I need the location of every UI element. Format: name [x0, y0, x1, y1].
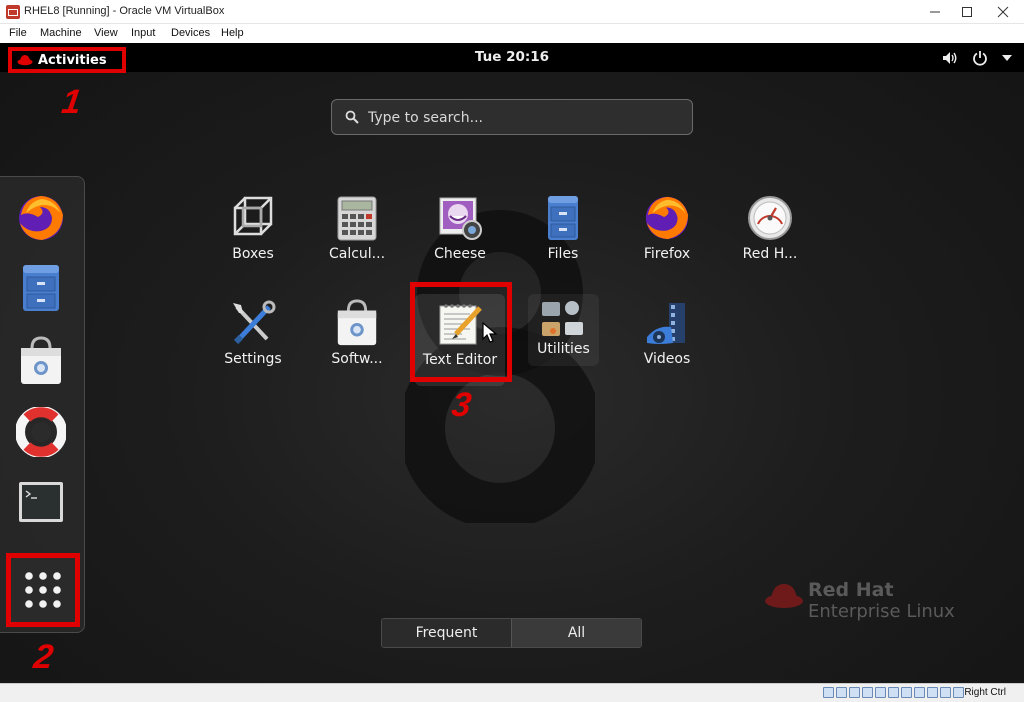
tab-all[interactable]: All — [511, 619, 641, 647]
app-software[interactable]: Softw... — [312, 293, 402, 385]
optical-drive-icon[interactable] — [836, 687, 847, 698]
dash-terminal[interactable] — [14, 475, 68, 529]
gnome-topbar: Activities Tue 20:16 — [0, 43, 1024, 73]
menu-devices[interactable]: Devices — [171, 27, 210, 39]
firefox-icon — [645, 196, 689, 240]
files-icon — [23, 265, 59, 311]
app-label: Cheese — [434, 246, 486, 262]
app-label: Utilities — [537, 341, 590, 357]
videos-icon — [647, 303, 685, 344]
menu-file[interactable]: File — [9, 27, 27, 39]
dash-files[interactable] — [14, 261, 68, 315]
view-switcher: Frequent All — [381, 618, 642, 648]
boxes-icon — [233, 196, 273, 236]
firefox-icon — [19, 196, 63, 240]
display-icon[interactable] — [901, 687, 912, 698]
maximize-button[interactable] — [950, 0, 984, 24]
app-cheese[interactable]: Cheese — [415, 188, 505, 280]
show-applications-button[interactable] — [6, 553, 80, 627]
shared-folder-icon[interactable] — [888, 687, 899, 698]
minimize-icon — [930, 11, 940, 13]
app-label: Files — [547, 246, 579, 262]
app-videos[interactable]: Videos — [622, 293, 712, 385]
usb-icon[interactable] — [875, 687, 886, 698]
app-firefox[interactable]: Firefox — [622, 188, 712, 280]
host-key-icon[interactable] — [953, 687, 964, 698]
redhat-branding: Red Hat Enterprise Linux — [764, 575, 974, 625]
utilities-folder-icon — [542, 301, 583, 336]
tab-frequent[interactable]: Frequent — [382, 619, 511, 647]
chevron-down-icon — [1002, 55, 1012, 61]
app-label: Videos — [643, 351, 691, 367]
dash-software[interactable] — [14, 334, 68, 388]
close-icon — [997, 6, 1009, 18]
host-key-label: Right Ctrl — [964, 687, 1006, 698]
app-label: Red H... — [742, 246, 798, 262]
branding-line2: Enterprise Linux — [808, 601, 955, 622]
close-button[interactable] — [986, 0, 1020, 24]
dash-firefox[interactable] — [14, 191, 68, 245]
app-calculator[interactable]: Calcul... — [312, 188, 402, 280]
cheese-icon — [439, 197, 482, 240]
search-icon — [345, 110, 359, 124]
minimize-button[interactable] — [918, 0, 952, 24]
help-icon — [16, 407, 66, 457]
app-folder-utilities[interactable]: Utilities — [528, 294, 599, 366]
app-label: Settings — [224, 351, 282, 367]
cpu-icon[interactable] — [927, 687, 938, 698]
vm-menubar: File Machine View Input Devices Help — [0, 24, 1024, 43]
redhat-logo-icon — [765, 584, 803, 608]
gauge-icon — [748, 196, 792, 240]
network-icon[interactable] — [862, 687, 873, 698]
video-capture-icon[interactable] — [914, 687, 925, 698]
hdd-icon[interactable] — [823, 687, 834, 698]
annotation-marker-2: 2 — [31, 638, 56, 676]
mouse-cursor-icon — [482, 322, 498, 343]
window-titlebar: RHEL8 [Running] - Oracle VM VirtualBox — [0, 0, 1024, 24]
menu-view[interactable]: View — [94, 27, 118, 39]
guest-screen: Activities Tue 20:16 1 2 3 Type to searc… — [0, 43, 1024, 683]
app-label: Boxes — [232, 246, 274, 262]
audio-icon[interactable] — [849, 687, 860, 698]
mouse-integration-icon[interactable] — [940, 687, 951, 698]
grid-icon — [25, 572, 61, 608]
menu-machine[interactable]: Machine — [40, 27, 82, 39]
maximize-icon — [962, 7, 972, 17]
app-redhat-subscription[interactable]: Red H... — [725, 188, 815, 280]
search-box[interactable] — [331, 99, 693, 135]
app-label: Firefox — [643, 246, 691, 262]
volume-icon — [943, 52, 957, 64]
system-menu[interactable] — [942, 50, 1012, 66]
window-title: RHEL8 [Running] - Oracle VM VirtualBox — [24, 5, 225, 17]
search-input[interactable] — [368, 108, 678, 128]
clock[interactable]: Tue 20:16 — [0, 49, 1024, 65]
app-files[interactable]: Files — [518, 188, 608, 280]
terminal-icon — [19, 482, 63, 522]
tools-icon — [233, 300, 276, 345]
menu-input[interactable]: Input — [131, 27, 155, 39]
software-icon — [337, 299, 377, 346]
power-icon — [973, 51, 987, 66]
dash-help[interactable] — [14, 405, 68, 459]
software-icon — [21, 336, 61, 384]
app-settings[interactable]: Settings — [208, 293, 298, 385]
menu-help[interactable]: Help — [221, 27, 244, 39]
files-icon — [548, 196, 578, 240]
device-tray — [823, 687, 964, 698]
app-label: Softw... — [331, 351, 383, 367]
virtualbox-logo-icon — [6, 5, 20, 19]
branding-line1: Red Hat — [808, 579, 894, 601]
calculator-icon — [337, 196, 377, 241]
vm-statusbar: Right Ctrl — [0, 683, 1024, 702]
app-boxes[interactable]: Boxes — [208, 188, 298, 280]
annotation-marker-1: 1 — [59, 83, 84, 121]
app-label: Calcul... — [328, 246, 386, 262]
